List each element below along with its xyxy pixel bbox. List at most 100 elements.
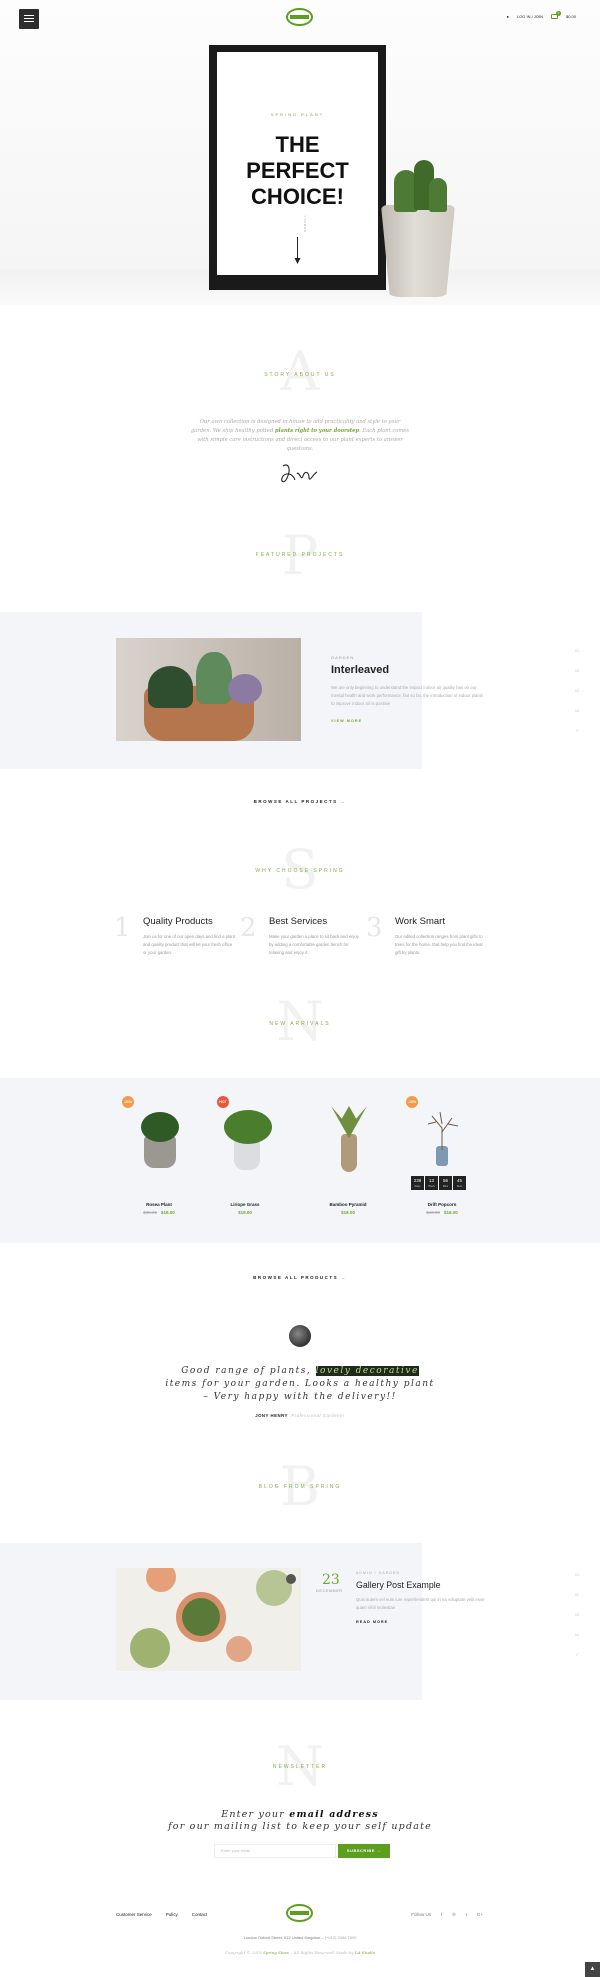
- countdown-value: 239: [413, 1178, 422, 1183]
- hero-poster: SPRING PLANT THE PERFECT CHOICE! SCROLL: [217, 52, 378, 275]
- arrow-up-icon: ▲: [589, 1966, 596, 1972]
- cactus-pot: [381, 205, 455, 297]
- newsletter-text: Enter your email address for our mailing…: [150, 1809, 450, 1833]
- email-input[interactable]: Enter your email: [214, 1844, 336, 1858]
- pager-item[interactable]: 02: [572, 668, 582, 688]
- why-title: Work Smart: [395, 916, 445, 927]
- blog-title[interactable]: Gallery Post Example: [356, 1580, 441, 1590]
- cart-total[interactable]: $0.00: [566, 14, 576, 19]
- footer-logo[interactable]: [286, 1904, 313, 1922]
- section-title: BLOG FROM SPRING: [258, 1484, 342, 1490]
- hero-eyebrow: SPRING PLANT: [270, 112, 325, 117]
- why-number: 1: [114, 913, 131, 943]
- countdown-value: 13: [428, 1178, 434, 1183]
- blog-succulent: [182, 1598, 220, 1636]
- story-text: Our own collection is designed in house …: [190, 418, 410, 454]
- why-number: 2: [240, 913, 257, 943]
- countdown-value: 45: [456, 1178, 462, 1183]
- read-more-link[interactable]: READ MORE: [356, 1620, 388, 1624]
- leaf-icon: ⟋: [575, 1652, 579, 1657]
- hero-title-line: PERFECT: [246, 158, 349, 183]
- pager-item[interactable]: 04: [572, 1632, 582, 1652]
- section-title: NEWSLETTER: [272, 1764, 328, 1770]
- twitter-icon[interactable]: t: [466, 1912, 467, 1917]
- why-text: Make your garden a place to sit back and…: [269, 934, 360, 955]
- section-title: NEW ARRIVALS: [269, 1021, 331, 1027]
- cart-icon[interactable]: 0: [550, 11, 561, 19]
- product-card[interactable]: -10% 239 Days 13 Hours 56 Mins 45 Secs Drift…: [397, 1094, 487, 1224]
- scroll-down-icon[interactable]: [294, 237, 301, 265]
- browse-projects-link[interactable]: BROWSE ALL PROJECTS →: [0, 799, 600, 804]
- footer-copyright: Copyright © 2018 Spring Store – All Righ…: [0, 1950, 600, 1955]
- product-plant: [224, 1110, 272, 1144]
- why-item: 2 Best Services Make your garden a place…: [240, 913, 359, 955]
- copyright-text: Copyright © 2018: [224, 1950, 264, 1955]
- menu-button[interactable]: [19, 9, 39, 29]
- browse-products-link[interactable]: BROWSE ALL PRODUCTS →: [0, 1275, 600, 1280]
- testimonial-quote: Good range of plants, lovely decorative …: [150, 1365, 450, 1404]
- pager-item[interactable]: 01: [572, 1572, 582, 1592]
- pager-item[interactable]: 03: [572, 1612, 582, 1632]
- project-succulent: [228, 674, 262, 704]
- author-role: Professional Gardener: [291, 1413, 345, 1418]
- pager-item[interactable]: 02: [572, 1592, 582, 1612]
- view-more-link[interactable]: VIEW MORE: [331, 719, 362, 723]
- countdown-cell: 56 Mins: [439, 1176, 452, 1190]
- pinterest-icon[interactable]: ℗: [452, 1912, 455, 1917]
- blog-excerpt: Quis autem vel eum iure reprehenderit qu…: [356, 1597, 485, 1610]
- arrow-right-icon: →: [376, 1848, 382, 1853]
- product-badge: HOT: [217, 1096, 229, 1108]
- why-text: Our edited collection ranges from plant …: [395, 934, 483, 955]
- scroll-label: SCROLL: [303, 213, 307, 232]
- facebook-icon[interactable]: f: [441, 1912, 442, 1917]
- footer-link[interactable]: Contact: [192, 1912, 208, 1917]
- camera-icon: [286, 1574, 296, 1584]
- old-price: $18.00: [426, 1210, 440, 1215]
- cart-count: 0: [555, 11, 561, 16]
- pager-item[interactable]: 04: [572, 708, 582, 728]
- product-card[interactable]: Bamboo Pyramid $18.00: [303, 1094, 393, 1224]
- author-link[interactable]: LA-Studio: [355, 1950, 375, 1955]
- testimonial-avatar: [289, 1325, 311, 1347]
- footer-link[interactable]: Customer Service: [116, 1912, 152, 1917]
- footer-link[interactable]: Policy: [166, 1912, 178, 1917]
- newsletter-text-part: Enter your: [221, 1809, 290, 1820]
- section-title: WHY CHOOSE SPRING: [255, 868, 345, 874]
- site-logo[interactable]: [286, 8, 313, 26]
- project-succulent: [196, 652, 232, 704]
- story-highlight: plants right to your doorstep: [274, 428, 360, 434]
- pager-item[interactable]: 01: [572, 648, 582, 668]
- brand-link[interactable]: Spring Store: [263, 1950, 289, 1955]
- pager-item[interactable]: 03: [572, 688, 582, 708]
- project-category[interactable]: GARDEN: [331, 655, 354, 660]
- why-text: Join us for one of our open days and fin…: [143, 934, 235, 955]
- quote-highlight: lovely decorative: [315, 1366, 419, 1376]
- product-pot: [234, 1140, 260, 1170]
- newsletter-bold: email address: [289, 1809, 379, 1820]
- quote-text: Good range of plants,: [181, 1366, 316, 1376]
- product-card[interactable]: HOT Liriope Grass $19.00: [200, 1094, 290, 1224]
- blog-image[interactable]: [116, 1568, 301, 1671]
- project-title[interactable]: Interleaved: [331, 664, 389, 676]
- product-card[interactable]: -20% Rosea Plant $45.00 $18.00: [114, 1094, 204, 1224]
- product-name: Drift Popcorn: [427, 1202, 457, 1207]
- subscribe-button[interactable]: SUBSCRIBE →: [338, 1844, 390, 1858]
- blog-meta[interactable]: ADMIN / GARDEN: [356, 1571, 400, 1575]
- why-title: Best Services: [269, 916, 328, 927]
- testimonial-author: JONY HENRY Professional Gardener: [0, 1413, 600, 1418]
- back-to-top-button[interactable]: ▲: [585, 1962, 600, 1977]
- product-badge: -20%: [122, 1096, 134, 1108]
- login-link[interactable]: LOG IN / JOIN: [517, 14, 543, 19]
- google-plus-icon[interactable]: G+: [477, 1912, 483, 1917]
- newsletter-line: Enter your email address: [150, 1809, 450, 1821]
- countdown: 239 Days 13 Hours 56 Mins 45 Secs: [411, 1176, 466, 1190]
- price: $18.00: [161, 1210, 175, 1215]
- blog-pot: [146, 1568, 176, 1592]
- product-plant: [331, 1106, 367, 1138]
- project-image[interactable]: [116, 638, 301, 741]
- section-title: FEATURED PROJECTS: [255, 552, 345, 558]
- blog-pot: [226, 1636, 252, 1662]
- countdown-cell: 13 Hours: [425, 1176, 438, 1190]
- countdown-unit: Days: [414, 1185, 421, 1188]
- author-name: JONY HENRY: [255, 1413, 288, 1418]
